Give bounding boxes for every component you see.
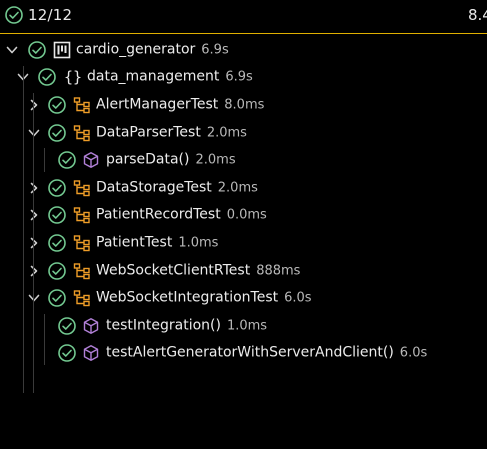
tree-row-test-class[interactable]: WebSocketIntegrationTest 6.0s (0, 284, 487, 312)
passed-count: 12/12 (28, 6, 73, 24)
test-duration: 6.9s (201, 42, 229, 58)
test-label: data_management 6.9s (87, 69, 253, 85)
chevron-right-icon[interactable] (27, 236, 41, 250)
summary-divider (0, 33, 487, 34)
test-duration: 0.0ms (226, 208, 267, 224)
tree-row-test-class[interactable]: PatientTest 1.0ms (0, 229, 487, 257)
test-name: parseData() (106, 151, 190, 168)
test-duration: 6.0s (284, 290, 312, 306)
test-tree: cardio_generator 6.9s {} data_management 6.9… (0, 36, 487, 393)
test-class-icon (73, 234, 91, 252)
chevron-down-icon[interactable] (5, 43, 19, 57)
tree-row-test-class[interactable]: WebSocketClientRTest 888ms (0, 257, 487, 285)
test-label: testAlertGeneratorWithServerAndClient() 6… (106, 345, 427, 361)
test-label: PatientRecordTest 0.0ms (96, 207, 267, 223)
braces-icon: {} (63, 68, 83, 86)
tree-row-test-method[interactable]: parseData() 2.0ms (0, 146, 487, 174)
test-duration: 2.0ms (195, 152, 236, 168)
tree-row-test-class[interactable]: PatientRecordTest 0.0ms (0, 202, 487, 230)
chevron-down-icon[interactable] (27, 126, 41, 140)
indent-guide (44, 314, 45, 366)
passed-check-icon (27, 40, 47, 60)
test-class-icon (73, 179, 91, 197)
test-label: WebSocketClientRTest 888ms (96, 262, 300, 278)
tree-row-module[interactable]: cardio_generator 6.9s (0, 36, 487, 64)
test-label: DataParserTest 2.0ms (96, 124, 247, 140)
tree-row-test-method[interactable]: testIntegration() 1.0ms (0, 312, 487, 340)
test-label: PatientTest 1.0ms (96, 235, 218, 251)
passed-check-icon (4, 5, 24, 25)
svg-text:{}: {} (64, 68, 82, 86)
test-name: AlertManagerTest (96, 96, 219, 113)
test-results-panel: 12/12 8.4 cardio_generator 6.9s {} data_man… (0, 0, 487, 449)
passed-check-icon (47, 123, 67, 143)
passed-check-icon (47, 205, 67, 225)
passed-check-icon (47, 233, 67, 253)
tree-row-test-method[interactable]: testAlertGeneratorWithServerAndClient() 6… (0, 340, 487, 368)
test-class-icon (73, 96, 91, 114)
tree-row-test-class[interactable]: AlertManagerTest 8.0ms (0, 91, 487, 119)
passed-check-icon (37, 67, 57, 87)
test-name: testIntegration() (106, 317, 221, 334)
test-name: DataStorageTest (96, 179, 212, 196)
test-duration: 2.0ms (206, 125, 247, 141)
test-duration: 8.0ms (224, 97, 265, 113)
test-name: DataParserTest (96, 124, 201, 141)
test-name: cardio_generator (76, 41, 196, 58)
indent-guide (44, 148, 45, 172)
passed-check-icon (57, 343, 77, 363)
test-class-icon (73, 124, 91, 142)
chevron-right-icon[interactable] (27, 208, 41, 222)
test-method-icon (82, 151, 100, 169)
test-name: PatientRecordTest (96, 207, 221, 224)
test-name: testAlertGeneratorWithServerAndClient() (106, 345, 394, 362)
total-duration: 8.4 (468, 6, 487, 24)
test-label: parseData() 2.0ms (106, 152, 236, 168)
indent-guide (33, 93, 34, 393)
test-name: WebSocketClientRTest (96, 262, 251, 279)
test-class-icon (73, 289, 91, 307)
passed-check-icon (47, 288, 67, 308)
test-name: WebSocketIntegrationTest (96, 289, 279, 306)
chevron-right-icon[interactable] (27, 181, 41, 195)
tree-row-test-class[interactable]: DataStorageTest 2.0ms (0, 174, 487, 202)
test-name: data_management (87, 69, 220, 86)
test-duration: 6.0s (399, 346, 428, 362)
passed-check-icon (57, 316, 77, 336)
tree-row-test-class[interactable]: DataParserTest 2.0ms (0, 119, 487, 147)
test-label: WebSocketIntegrationTest 6.0s (96, 290, 312, 306)
test-duration: 2.0ms (217, 180, 258, 196)
test-duration: 6.9s (225, 70, 253, 86)
test-duration: 1.0ms (226, 318, 268, 334)
test-label: testIntegration() 1.0ms (106, 317, 267, 333)
chevron-right-icon[interactable] (27, 264, 41, 278)
module-icon (53, 41, 71, 59)
test-summary-bar: 12/12 8.4 (0, 0, 487, 32)
test-duration: 1.0ms (178, 235, 219, 251)
tree-row-package[interactable]: {} data_management 6.9s (0, 64, 487, 92)
test-label: cardio_generator 6.9s (76, 41, 229, 57)
test-duration: 888ms (256, 263, 301, 279)
passed-check-icon (57, 150, 77, 170)
chevron-right-icon[interactable] (27, 98, 41, 112)
test-label: DataStorageTest 2.0ms (96, 179, 258, 195)
test-class-icon (73, 262, 91, 280)
test-label: AlertManagerTest 8.0ms (96, 97, 264, 113)
chevron-down-icon[interactable] (27, 291, 41, 305)
test-class-icon (73, 206, 91, 224)
passed-check-icon (47, 95, 67, 115)
test-name: PatientTest (96, 234, 173, 251)
test-method-icon (82, 344, 100, 362)
passed-check-icon (47, 178, 67, 198)
passed-check-icon (47, 261, 67, 281)
test-method-icon (82, 317, 100, 335)
indent-guide (23, 65, 24, 393)
